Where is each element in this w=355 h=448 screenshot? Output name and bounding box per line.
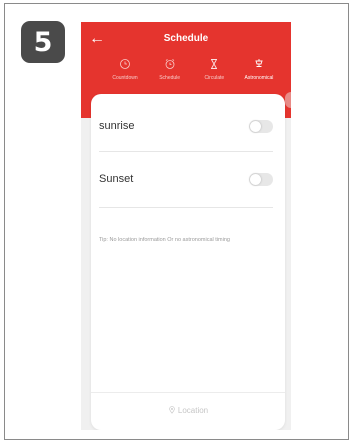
location-pin-icon — [169, 406, 175, 414]
tab-label: Countdown — [112, 75, 138, 81]
tip-text: Tip: No location information Or no astro… — [99, 237, 230, 243]
tab-astronomical[interactable]: Astronomical — [237, 58, 281, 92]
step-number-badge: 5 — [21, 21, 65, 63]
sunset-row: Sunset — [91, 153, 285, 205]
divider — [99, 151, 273, 152]
toggle-knob — [250, 120, 261, 132]
side-edge-tab — [285, 92, 291, 108]
sunrise-toggle[interactable] — [249, 119, 273, 133]
location-button[interactable]: Location — [91, 400, 285, 420]
sunrise-label: sunrise — [99, 120, 135, 132]
sunrise-row: sunrise — [91, 100, 285, 152]
divider — [99, 207, 273, 208]
tab-circulate[interactable]: Circulate — [192, 58, 236, 92]
lamp-icon — [255, 59, 263, 67]
tab-label: Schedule — [159, 75, 181, 81]
location-label: Location — [177, 405, 209, 415]
tab-schedule[interactable]: Schedule — [148, 58, 192, 92]
tab-label: Circulate — [204, 75, 225, 81]
sunset-toggle[interactable] — [249, 172, 273, 186]
page-title: Schedule — [163, 33, 209, 44]
clock-icon — [120, 59, 130, 69]
alarm-clock-icon — [165, 59, 175, 69]
divider — [91, 392, 285, 393]
toggle-knob — [250, 173, 261, 185]
tab-label: Astronomical — [244, 75, 274, 81]
astronomical-settings-card: sunrise Sunset Tip: No location informat… — [91, 94, 285, 430]
schedule-tabs: Countdown Schedule Circulate Astronomica… — [103, 58, 281, 92]
tab-countdown[interactable]: Countdown — [103, 58, 147, 92]
phone-screen: ← Schedule Countdown Schedule Circulate … — [81, 22, 291, 430]
sunset-label: Sunset — [99, 173, 134, 185]
hourglass-icon — [211, 59, 218, 69]
instruction-frame: 5 ← Schedule Countdown Schedule Circulat… — [4, 3, 349, 440]
